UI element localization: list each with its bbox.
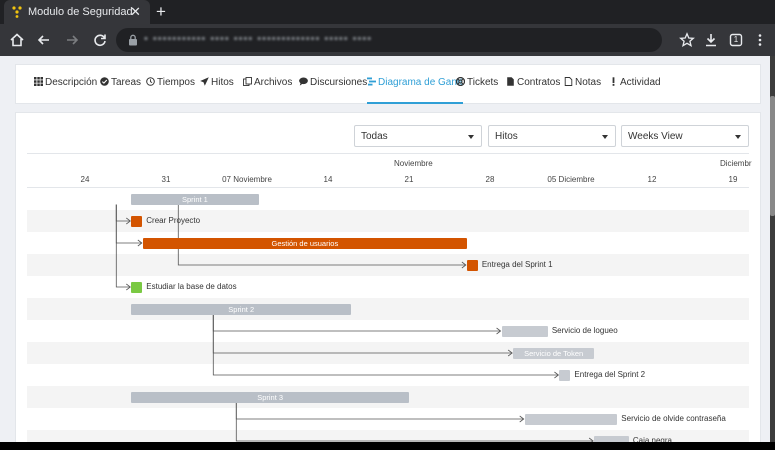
tab-label: Diagrama de Gantt	[378, 77, 463, 88]
tab-label: Hitos	[211, 77, 234, 88]
gantt-task-bar[interactable]	[524, 413, 618, 425]
dependency-link	[115, 204, 131, 222]
tab-actividad[interactable]: Actividad	[609, 77, 661, 105]
tab-tareas[interactable]: Tareas	[100, 77, 141, 105]
home-icon[interactable]	[9, 32, 25, 48]
dependency-link	[177, 204, 466, 266]
note-icon	[564, 77, 573, 86]
page-content: Descripción Tareas Tiempos Hitos Archivos Dis…	[0, 56, 770, 442]
dependency-link	[212, 314, 501, 332]
chevron-down-icon	[735, 135, 741, 139]
project-nav: Descripción Tareas Tiempos Hitos Archivos Dis…	[15, 64, 761, 104]
browser-toolbar: • ••••••••••• •••• •••• ••••••••••••• ••…	[0, 24, 775, 56]
download-icon[interactable]	[703, 32, 719, 48]
view-filter-value: Weeks View	[628, 131, 683, 142]
tab-archivos[interactable]: Archivos	[243, 77, 292, 105]
gantt-milestone[interactable]	[131, 215, 143, 227]
gantt-bar-label: Servicio de Token	[524, 348, 584, 358]
gantt-task-label: Entrega del Sprint 2	[574, 370, 646, 379]
gantt-task-label: Entrega del Sprint 1	[481, 260, 553, 269]
grid-icon	[34, 77, 43, 86]
gantt-task-label: Crear Proyecto	[146, 216, 201, 225]
gantt-bar-label: Sprint 1	[181, 194, 208, 204]
status-filter-value: Todas	[361, 131, 388, 142]
tab-label: Tiempos	[157, 77, 195, 88]
tab-count: 1	[733, 35, 739, 44]
dependency-link	[212, 314, 559, 376]
chevron-down-icon	[468, 135, 474, 139]
dependency-link	[212, 314, 513, 354]
new-tab-button[interactable]: +	[156, 2, 166, 22]
send-icon	[200, 77, 209, 86]
close-tab-icon[interactable]: ✕	[130, 4, 141, 20]
address-bar[interactable]: • ••••••••••• •••• •••• ••••••••••••• ••…	[116, 28, 662, 52]
more-menu-icon[interactable]	[752, 32, 768, 48]
gantt-bar-label: Sprint 3	[257, 392, 284, 402]
gantt-task-label: Servicio de logueo	[551, 326, 618, 335]
gantt-bar-label: Sprint 2	[228, 304, 255, 314]
lifebuoy-icon	[456, 77, 465, 86]
dependency-link	[115, 204, 131, 288]
gantt-task-label: Servicio de olvide contraseña	[621, 414, 726, 423]
gantt-milestone[interactable]	[131, 281, 143, 293]
bottom-bar	[0, 442, 775, 450]
exclamation-icon	[612, 77, 615, 86]
tab-notas[interactable]: Notas	[564, 77, 601, 105]
tab-label: Contratos	[517, 77, 561, 88]
clock-icon	[146, 77, 155, 86]
gantt-bar-label: Gestión de usuarios	[271, 238, 339, 248]
chevron-down-icon	[602, 135, 608, 139]
type-filter-select[interactable]: Hitos	[488, 125, 616, 147]
tab-label: Archivos	[254, 77, 293, 88]
tab-discursiones[interactable]: Discursiones	[299, 77, 367, 105]
scrollbar-thumb[interactable]	[770, 96, 775, 216]
gantt-timeline: Noviembre Diciembr 24 31 07 Noviembre 14 21 28 0…	[27, 153, 752, 442]
page-scrollbar[interactable]	[770, 56, 775, 442]
tab-tickets[interactable]: Tickets	[456, 77, 498, 105]
files-icon	[243, 77, 252, 86]
tab-contratos[interactable]: Contratos	[506, 77, 560, 105]
tab-label: Tareas	[111, 77, 142, 88]
gantt-panel: Todas Hitos Weeks View Noviembre Diciembr…	[15, 112, 761, 442]
tab-descripción[interactable]: Descripción	[34, 77, 97, 105]
tab-title: Modulo de Seguridad	[28, 6, 133, 18]
tab-label: Tickets	[467, 77, 499, 88]
back-arrow-icon[interactable]	[36, 32, 52, 48]
tab-label: Descripción	[45, 77, 98, 88]
tab-diagrama-de-gantt[interactable]: Diagrama de Gantt	[367, 77, 463, 104]
gantt-task-bar[interactable]	[501, 325, 548, 337]
gantt-milestone[interactable]	[466, 259, 478, 271]
view-filter-select[interactable]: Weeks View	[621, 125, 749, 147]
gantt-task-label: Estudiar la base de datos	[146, 282, 237, 291]
tab-hitos[interactable]: Hitos	[200, 77, 234, 105]
browser-tab[interactable]: Modulo de Seguridad ✕	[4, 0, 150, 24]
type-filter-value: Hitos	[495, 131, 518, 142]
bookmark-star-icon[interactable]	[679, 32, 695, 48]
reload-icon[interactable]	[92, 32, 108, 48]
gantt-icon	[367, 77, 376, 86]
status-filter-select[interactable]: Todas	[354, 125, 482, 147]
lock-icon	[129, 34, 137, 46]
gantt-milestone[interactable]	[559, 369, 571, 381]
url-text: • ••••••••••• •••• •••• ••••••••••••• ••…	[144, 33, 373, 45]
app-favicon-icon	[12, 6, 22, 18]
dependency-link	[235, 402, 524, 420]
tab-switcher-button[interactable]: 1	[728, 32, 744, 48]
check-circle-icon	[100, 77, 109, 86]
tab-tiempos[interactable]: Tiempos	[146, 77, 195, 105]
tab-label: Discursiones	[310, 77, 368, 88]
forward-arrow-icon[interactable]	[64, 32, 80, 48]
tab-label: Notas	[575, 77, 602, 88]
browser-tab-strip: Modulo de Seguridad ✕ +	[0, 0, 775, 24]
chat-icon	[299, 77, 308, 86]
file-icon	[507, 77, 514, 86]
tab-label: Actividad	[620, 77, 661, 88]
